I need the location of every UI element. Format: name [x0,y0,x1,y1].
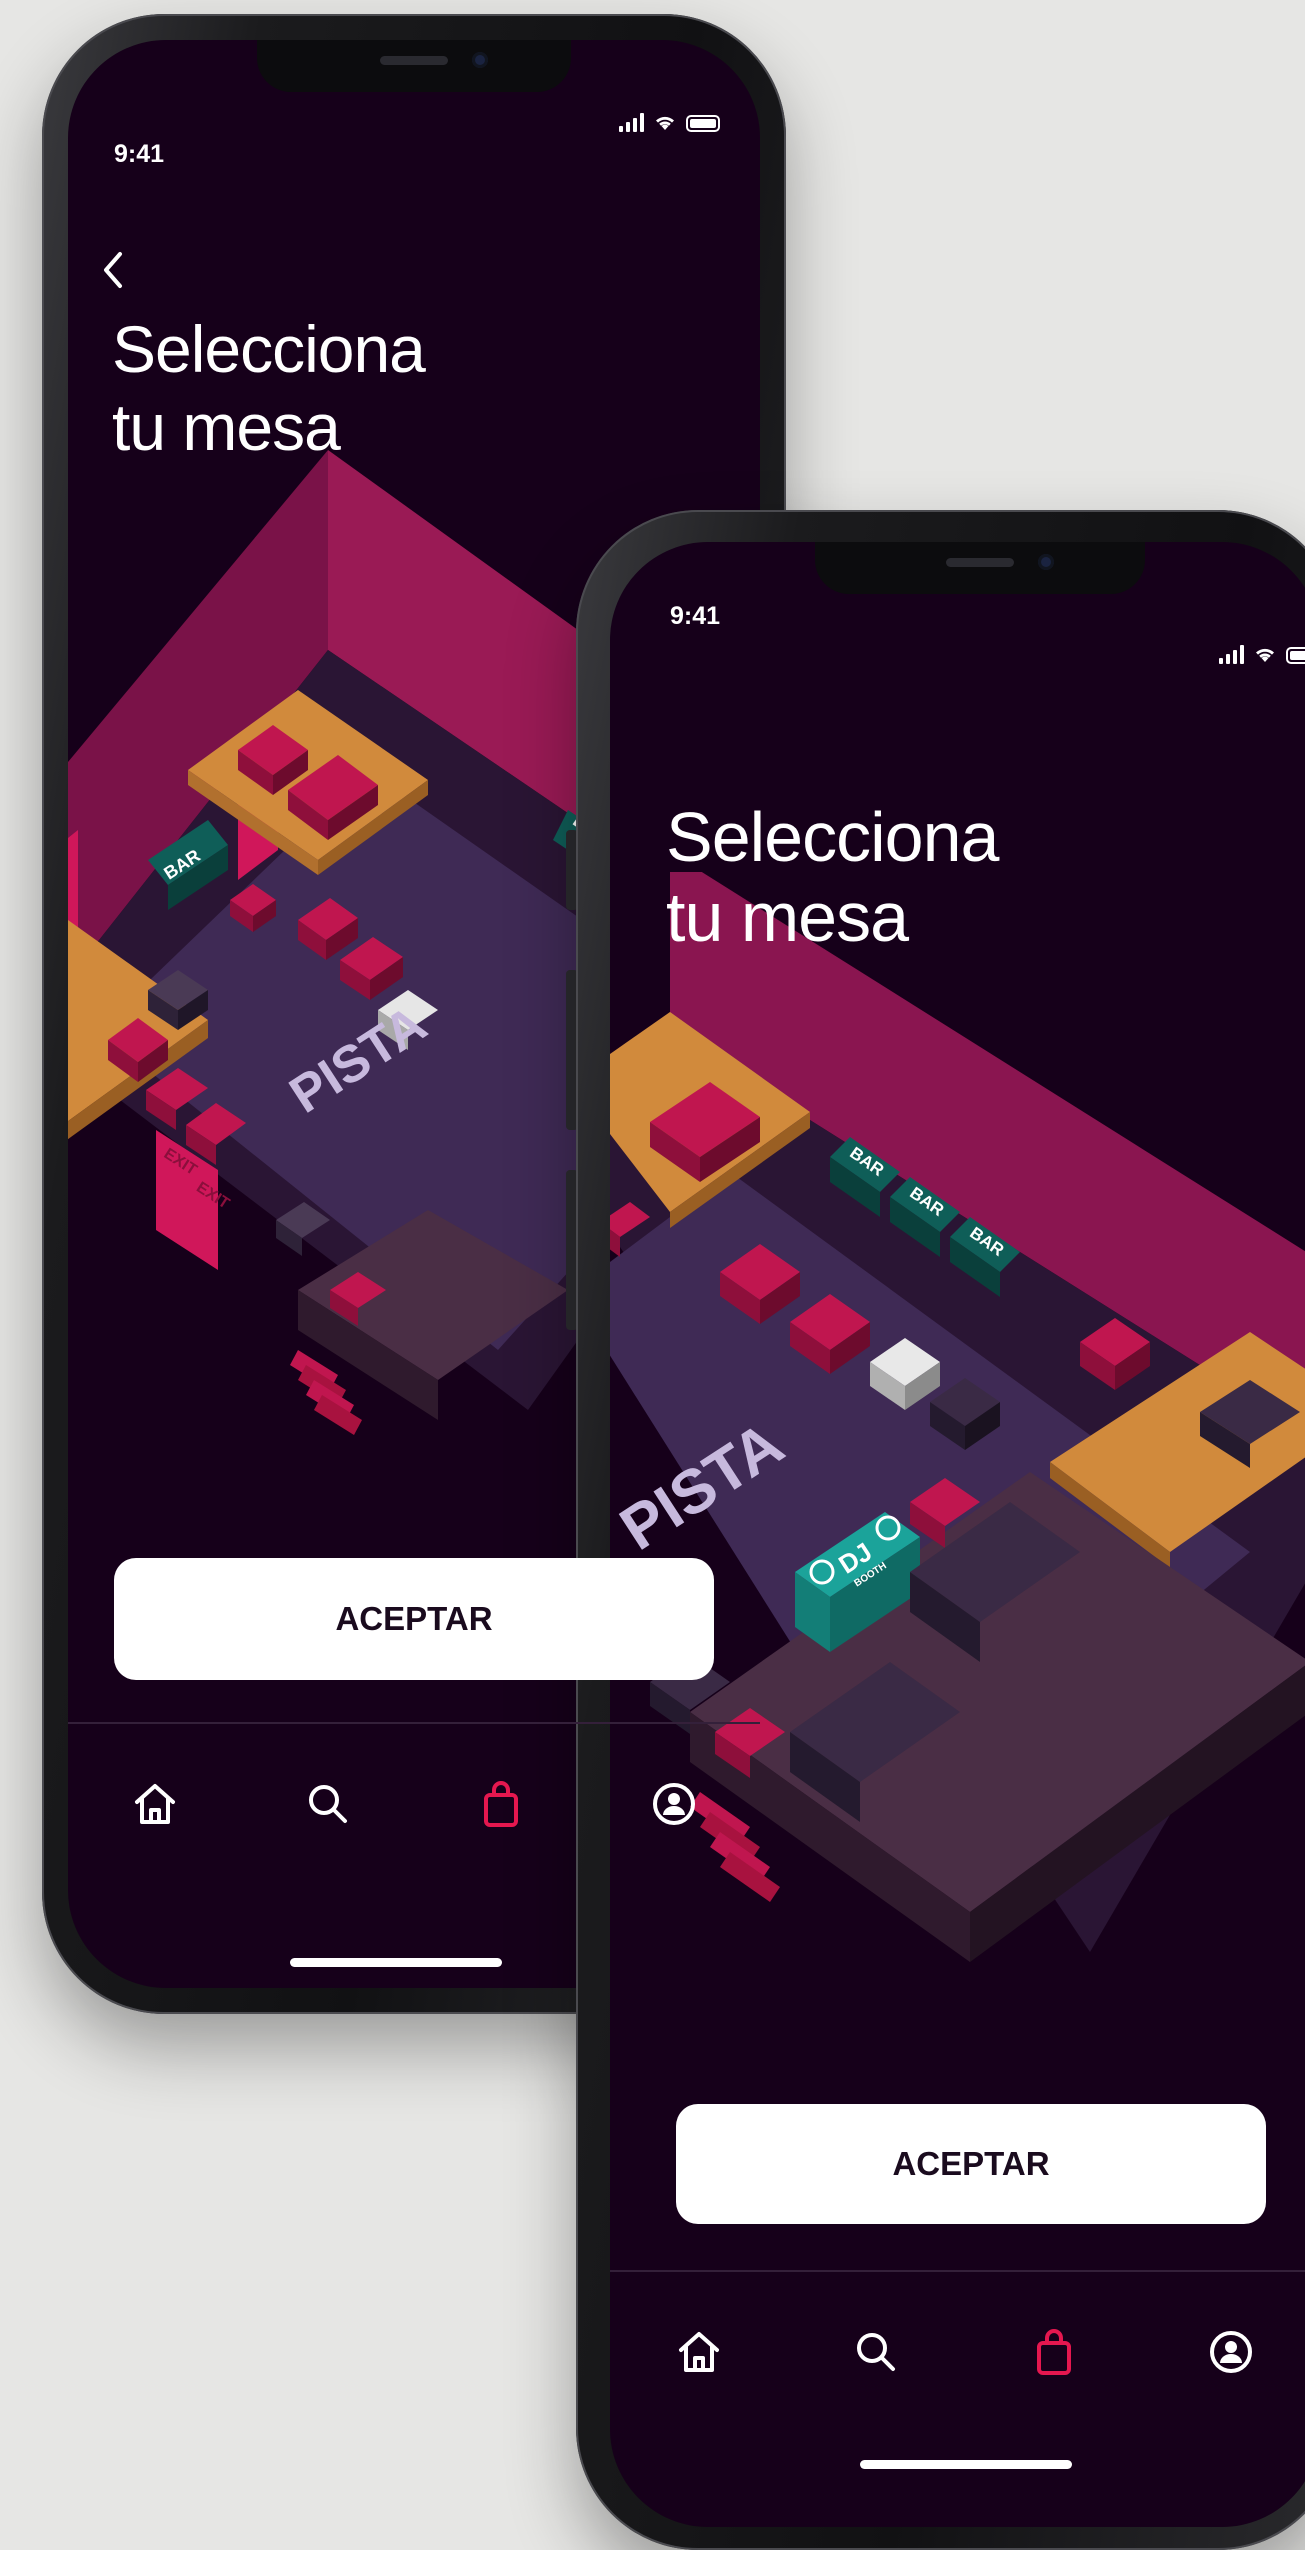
wifi-icon [656,116,674,130]
camera [472,52,488,68]
accept-button[interactable]: ACEPTAR [114,1558,714,1680]
profile-icon[interactable] [646,1776,702,1832]
back-arrow-icon[interactable] [98,248,128,292]
page-title: Selecciona tu mesa [666,797,999,957]
front-phone: 9:41 Selecciona tu mesa BAR BAR BAR PIST… [566,510,1305,2550]
title-line-1: Selecciona [666,798,999,876]
accept-button[interactable]: ACEPTAR [676,2104,1266,2224]
venue-map: BAR BAR BAR PISTA DJ BOOTH [610,872,1305,1962]
status-time: 9:41 [114,140,165,168]
search-icon[interactable] [848,2324,904,2380]
home-indicator [290,1958,502,1967]
notch [815,542,1145,594]
battery-icon [686,115,720,132]
signal-icon [619,112,644,132]
page-title: Selecciona tu mesa [112,310,426,466]
status-time: 9:41 [670,602,721,630]
title-line-1: Selecciona [112,312,426,386]
speaker [380,56,448,65]
home-indicator [860,2460,1072,2469]
status-icons [619,112,720,132]
tab-bar [68,1722,760,1884]
wifi-icon [1256,648,1274,662]
speaker [946,558,1014,567]
search-icon[interactable] [300,1776,356,1832]
notch [257,40,571,92]
battery-icon [1286,647,1305,664]
camera [1038,554,1054,570]
bag-icon[interactable] [1026,2324,1082,2380]
home-icon[interactable] [671,2324,727,2380]
phone-screen: 9:41 Selecciona tu mesa BAR BAR BAR PIST… [610,542,1305,2527]
bag-icon[interactable] [473,1776,529,1832]
profile-icon[interactable] [1203,2324,1259,2380]
home-icon[interactable] [127,1776,183,1832]
signal-icon [1219,644,1244,664]
title-line-2: tu mesa [112,390,341,464]
tab-bar [610,2270,1305,2432]
title-line-2: tu mesa [666,878,909,956]
status-icons [1219,644,1305,664]
